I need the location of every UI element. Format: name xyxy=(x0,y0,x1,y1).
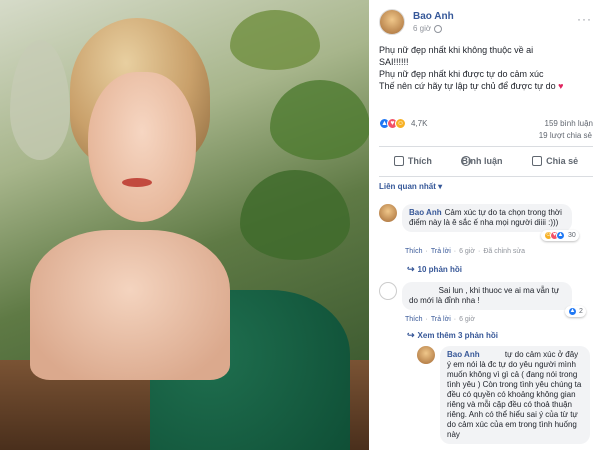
lips-emoji-icon: ♥ xyxy=(558,81,564,91)
haha-reaction-icon: ☺ xyxy=(395,117,406,129)
shares-count[interactable]: 19 lượt chia sẻ xyxy=(539,131,592,140)
author-avatar[interactable] xyxy=(379,9,405,35)
comment-reply-link[interactable]: Trả lời xyxy=(431,316,451,323)
reactions-bar[interactable]: ▲ ♥ ☺ 4,7K 159 bình luận xyxy=(379,116,593,130)
post-panel: Bao Anh 6 giờ ··· Phụ nữ đẹp nhất khi kh… xyxy=(369,0,600,450)
comment-reply-link[interactable]: Trả lời xyxy=(431,248,451,255)
comment-reaction-count: 30 xyxy=(568,232,576,239)
foliage xyxy=(230,10,320,70)
view-more-replies-link[interactable]: ↪ Xem thêm 3 phản hồi xyxy=(407,330,498,341)
reply-arrow-icon: ↪ xyxy=(407,330,415,340)
post-text: Phụ nữ đẹp nhất khi không thuộc về ai SA… xyxy=(379,44,593,92)
comment-sort-dropdown[interactable]: Liên quan nhất ▾ xyxy=(379,182,442,191)
post-line: Phụ nữ đẹp nhất khi được tự do cảm xúc xyxy=(379,69,544,79)
post-line: Phụ nữ đẹp nhất khi không thuộc về ai xyxy=(379,45,534,55)
comment-button[interactable]: Bình luận xyxy=(461,156,502,166)
share-icon xyxy=(532,156,543,166)
comment-bubble: Sai lun , khi thuoc ve ai ma vẫn tự do m… xyxy=(402,282,572,310)
commenter-avatar[interactable] xyxy=(417,346,435,364)
post-line: Thế nên cứ hãy tự lập tự chủ để được tự … xyxy=(379,80,593,92)
face xyxy=(88,72,196,222)
comment-actions: Thích · Trả lời · 6 giờ xyxy=(405,316,475,323)
like-button[interactable]: Thích xyxy=(393,156,432,166)
like-label: Thích xyxy=(407,156,432,166)
comment-reactions[interactable]: ☺ ♥ ▲ 30 xyxy=(541,230,579,241)
post-actions: Thích Bình luận Chia sẻ xyxy=(379,150,593,172)
comment-reactions[interactable]: ▲ 2 xyxy=(565,306,586,317)
commenter-name[interactable] xyxy=(409,286,436,295)
comment-actions: Thích · Trả lời · 6 giờ · Đã chỉnh sửa xyxy=(405,248,525,255)
globe-icon xyxy=(434,24,443,33)
more-replies-label: Xem thêm 3 phản hồi xyxy=(417,331,499,340)
post-time[interactable]: 6 giờ xyxy=(413,24,454,33)
divider xyxy=(379,146,593,147)
sort-label: Liên quan nhất xyxy=(379,182,436,191)
commenter-name[interactable]: Bao Anh xyxy=(409,208,442,217)
comment: Bao Anh Cảm xúc tự do ta chọn trong thời … xyxy=(379,204,593,232)
post-photo[interactable] xyxy=(0,0,369,450)
author-name[interactable]: Bao Anh xyxy=(413,11,454,22)
comments-count[interactable]: 159 bình luận xyxy=(545,119,594,128)
comment-reaction-count: 2 xyxy=(579,308,583,315)
thumbs-up-icon xyxy=(393,156,404,166)
view-replies-link[interactable]: ↪ 10 phản hồi xyxy=(407,264,462,275)
reaction-icons: ▲ ♥ ☺ xyxy=(379,117,406,129)
comment-reply: Bao Anh tự do cảm xúc ở đây ý em nói là … xyxy=(417,346,593,444)
more-options-icon[interactable]: ··· xyxy=(577,12,592,26)
comment-bubble: Bao Anh Cảm xúc tự do ta chọn trong thời … xyxy=(402,204,572,232)
commenter-avatar[interactable] xyxy=(379,204,397,222)
comment-like-link[interactable]: Thích xyxy=(405,248,423,255)
post-time-text[interactable]: 6 giờ xyxy=(413,24,431,33)
post-line-text: Thế nên cứ hãy tự lập tự chủ để được tự … xyxy=(379,81,556,91)
caret-down-icon: ▾ xyxy=(438,182,443,191)
replies-count: 10 phản hồi xyxy=(417,265,462,274)
reaction-count[interactable]: 4,7K xyxy=(411,119,427,128)
comment: Sai lun , khi thuoc ve ai ma vẫn tự do m… xyxy=(379,282,593,310)
share-label: Chia sẻ xyxy=(546,156,579,166)
like-reaction-icon: ▲ xyxy=(568,307,577,316)
comment-edited: Đã chỉnh sửa xyxy=(483,248,525,255)
commenter-avatar[interactable] xyxy=(379,282,397,300)
foliage xyxy=(240,170,350,260)
post-line: SAI!!!!!! xyxy=(379,57,409,67)
comment-text: tự do cảm xúc ở đây ý em nói là đc tự do… xyxy=(447,350,582,439)
comment-time[interactable]: 6 giờ xyxy=(459,248,475,255)
post-header: Bao Anh 6 giờ xyxy=(379,6,454,38)
background-wall xyxy=(10,40,70,160)
like-reaction-icon: ▲ xyxy=(556,231,565,240)
share-button[interactable]: Chia sẻ xyxy=(532,156,578,166)
divider xyxy=(379,176,593,177)
post-meta: Bao Anh 6 giờ xyxy=(413,11,454,33)
commenter-name[interactable]: Bao Anh xyxy=(447,350,480,359)
comment-time[interactable]: 6 giờ xyxy=(459,316,475,323)
arms xyxy=(30,230,230,380)
foliage xyxy=(270,80,369,160)
comment-bubble: Bao Anh tự do cảm xúc ở đây ý em nói là … xyxy=(440,346,590,444)
lips xyxy=(122,178,152,187)
comment-like-link[interactable]: Thích xyxy=(405,316,423,323)
reply-arrow-icon: ↪ xyxy=(407,264,415,274)
